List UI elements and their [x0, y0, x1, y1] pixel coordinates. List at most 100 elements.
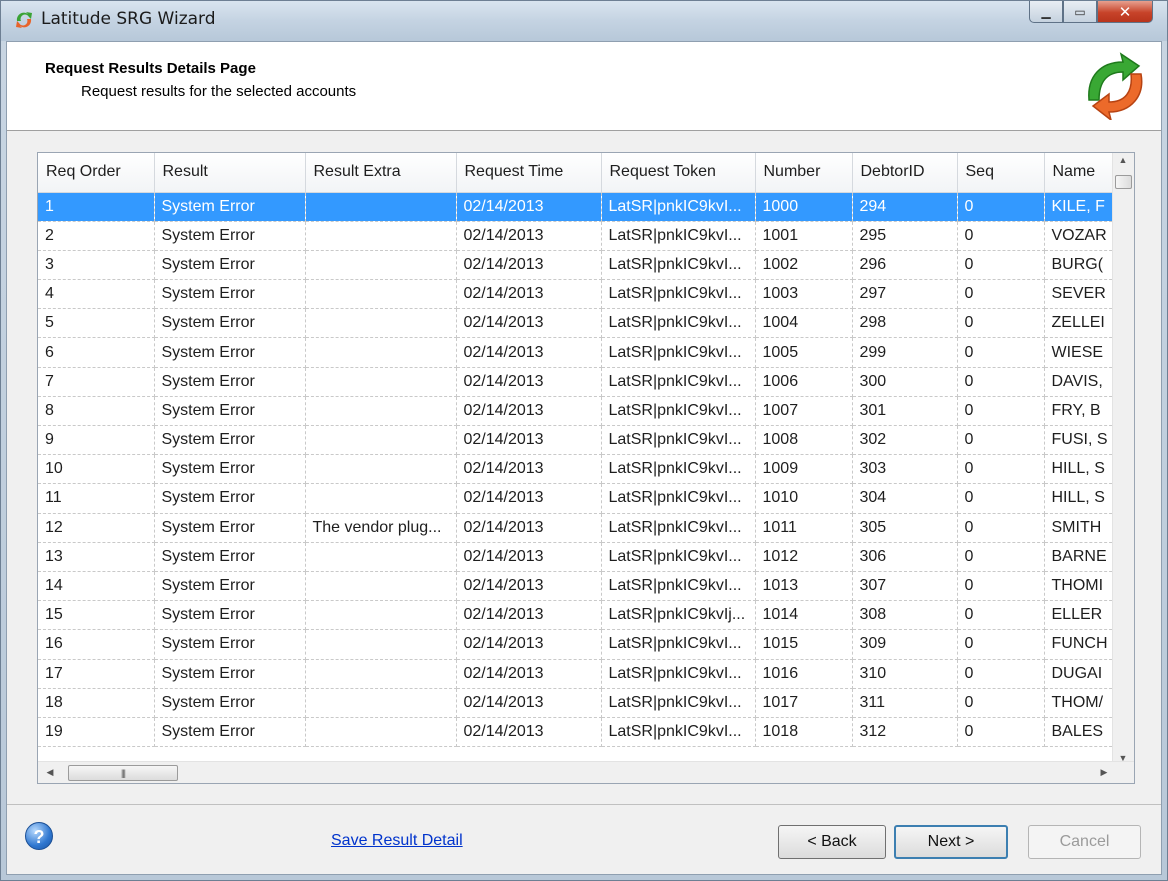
table-cell: System Error	[154, 659, 306, 689]
table-cell: FUNCH	[1044, 629, 1117, 660]
title-bar[interactable]: Latitude SRG Wizard ▁ ▭ ✕	[1, 1, 1167, 41]
table-row[interactable]: 16 System Error 02/14/2013 LatSR|pnkIC9kvI.…	[38, 629, 1117, 660]
table-cell: 310	[852, 659, 958, 689]
wizard-window: Latitude SRG Wizard ▁ ▭ ✕ Request Result…	[0, 0, 1168, 881]
table-cell: System Error	[154, 483, 306, 514]
table-cell: 02/14/2013	[456, 454, 602, 485]
scroll-right-icon[interactable]: ▶	[1094, 767, 1114, 778]
table-cell: LatSR|pnkIC9kvI...	[601, 717, 756, 748]
table-cell: 304	[852, 483, 958, 514]
table-cell	[305, 717, 457, 748]
table-cell: 02/14/2013	[456, 571, 602, 602]
cancel-button[interactable]: Cancel	[1028, 825, 1141, 859]
table-row[interactable]: 19 System Error 02/14/2013 LatSR|pnkIC9kvI.…	[38, 717, 1117, 748]
table-cell: 294	[852, 192, 958, 222]
window-title: Latitude SRG Wizard	[41, 9, 216, 29]
table-cell: System Error	[154, 250, 306, 281]
table-cell: LatSR|pnkIC9kvI...	[601, 659, 756, 689]
table-row[interactable]: 6 System Error 02/14/2013 LatSR|pnkIC9kvI..…	[38, 337, 1117, 368]
table-row[interactable]: 2 System Error 02/14/2013 LatSR|pnkIC9kvI..…	[38, 221, 1117, 251]
results-table: Req Order Result Result Extra Request Time R…	[38, 153, 1117, 748]
maximize-button[interactable]: ▭	[1063, 1, 1097, 23]
table-row[interactable]: 3 System Error 02/14/2013 LatSR|pnkIC9kvI..…	[38, 250, 1117, 281]
table-cell: 296	[852, 250, 958, 281]
column-header[interactable]: Request Time	[456, 153, 602, 193]
table-cell: 0	[957, 600, 1045, 631]
table-cell: 18	[38, 688, 155, 718]
table-cell: 0	[957, 250, 1045, 281]
table-row[interactable]: 8 System Error 02/14/2013 LatSR|pnkIC9kvI..…	[38, 396, 1117, 427]
table-cell: 0	[957, 571, 1045, 602]
srg-wizard-icon	[16, 12, 32, 28]
table-row[interactable]: 13 System Error 02/14/2013 LatSR|pnkIC9kvI.…	[38, 542, 1117, 572]
table-cell: 02/14/2013	[456, 250, 602, 281]
table-row[interactable]: 15 System Error 02/14/2013 LatSR|pnkIC9kvIj…	[38, 600, 1117, 631]
column-header[interactable]: Result Extra	[305, 153, 457, 193]
table-cell: 19	[38, 717, 155, 748]
results-grid[interactable]: Req Order Result Result Extra Request Time R…	[37, 152, 1135, 784]
table-cell: System Error	[154, 629, 306, 660]
table-cell: 306	[852, 542, 958, 572]
table-cell: The vendor plug...	[305, 513, 457, 543]
table-row[interactable]: 14 System Error 02/14/2013 LatSR|pnkIC9kvI.…	[38, 571, 1117, 602]
table-cell: 0	[957, 542, 1045, 572]
table-cell: 307	[852, 571, 958, 602]
table-row[interactable]: 17 System Error 02/14/2013 LatSR|pnkIC9kvI.…	[38, 659, 1117, 689]
table-row[interactable]: 12 System Error The vendor plug... 02/14/20…	[38, 513, 1117, 543]
table-cell: System Error	[154, 513, 306, 543]
table-cell: 1005	[755, 337, 853, 368]
table-cell: 1002	[755, 250, 853, 281]
column-header[interactable]: Request Token	[601, 153, 756, 193]
vertical-scrollbar[interactable]: ▲ ▼	[1112, 153, 1134, 765]
table-cell: LatSR|pnkIC9kvI...	[601, 337, 756, 368]
vertical-scroll-thumb[interactable]	[1115, 175, 1132, 189]
column-header[interactable]: Req Order	[38, 153, 155, 193]
table-cell: 02/14/2013	[456, 600, 602, 631]
scroll-up-icon[interactable]: ▲	[1113, 155, 1133, 165]
horizontal-scrollbar[interactable]: ◀ ||| ▶	[38, 761, 1134, 783]
table-cell	[305, 483, 457, 514]
help-icon[interactable]: ?	[25, 822, 53, 850]
table-cell	[305, 221, 457, 251]
table-cell: 1018	[755, 717, 853, 748]
table-cell: 297	[852, 279, 958, 310]
column-header[interactable]: Number	[755, 153, 853, 193]
back-button[interactable]: < Back	[778, 825, 886, 859]
table-row[interactable]: 10 System Error 02/14/2013 LatSR|pnkIC9kvI.…	[38, 454, 1117, 485]
column-header[interactable]: Seq	[957, 153, 1045, 193]
table-row[interactable]: 7 System Error 02/14/2013 LatSR|pnkIC9kvI..…	[38, 367, 1117, 397]
table-cell: 1007	[755, 396, 853, 427]
table-cell: 02/14/2013	[456, 659, 602, 689]
footer-divider	[7, 804, 1161, 805]
horizontal-scroll-thumb[interactable]: |||	[68, 765, 178, 781]
table-cell: 0	[957, 192, 1045, 222]
table-cell: System Error	[154, 192, 306, 222]
close-button[interactable]: ✕	[1097, 1, 1153, 23]
column-header[interactable]: Name	[1044, 153, 1117, 193]
table-cell	[305, 250, 457, 281]
table-cell: LatSR|pnkIC9kvI...	[601, 250, 756, 281]
table-row[interactable]: 11 System Error 02/14/2013 LatSR|pnkIC9kvI.…	[38, 483, 1117, 514]
table-row[interactable]: 9 System Error 02/14/2013 LatSR|pnkIC9kvI..…	[38, 425, 1117, 456]
table-cell: LatSR|pnkIC9kvI...	[601, 367, 756, 397]
column-header[interactable]: DebtorID	[852, 153, 958, 193]
table-cell: 1006	[755, 367, 853, 397]
save-result-detail-link[interactable]: Save Result Detail	[331, 832, 463, 850]
table-row[interactable]: 18 System Error 02/14/2013 LatSR|pnkIC9kvI.…	[38, 688, 1117, 718]
table-row[interactable]: 1 System Error 02/14/2013 LatSR|pnkIC9kvI..…	[38, 192, 1117, 222]
table-cell: LatSR|pnkIC9kvIj...	[601, 600, 756, 631]
minimize-button[interactable]: ▁	[1029, 1, 1063, 23]
table-cell: 15	[38, 600, 155, 631]
next-button[interactable]: Next >	[894, 825, 1008, 859]
table-row[interactable]: 4 System Error 02/14/2013 LatSR|pnkIC9kvI..…	[38, 279, 1117, 310]
scroll-left-icon[interactable]: ◀	[40, 767, 60, 778]
table-row[interactable]: 5 System Error 02/14/2013 LatSR|pnkIC9kvI..…	[38, 308, 1117, 339]
table-cell: DUGAI	[1044, 659, 1117, 689]
page-subtitle: Request results for the selected account…	[81, 83, 357, 100]
table-cell: 0	[957, 483, 1045, 514]
column-header[interactable]: Result	[154, 153, 306, 193]
table-cell: VOZAR	[1044, 221, 1117, 251]
table-cell: 0	[957, 221, 1045, 251]
table-cell: 11	[38, 483, 155, 514]
table-cell: 0	[957, 688, 1045, 718]
